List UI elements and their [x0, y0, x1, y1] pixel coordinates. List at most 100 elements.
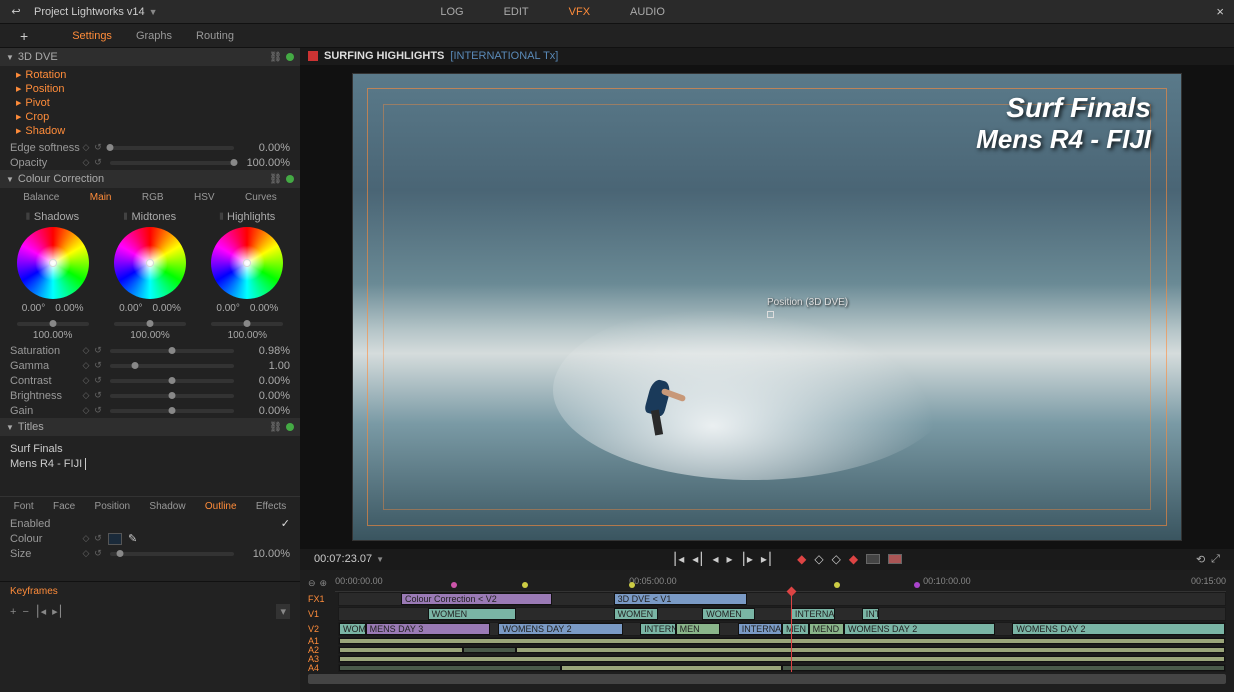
colour-wheel[interactable] [17, 227, 89, 299]
timeline-clip[interactable]: 3D DVE < V1 [614, 593, 747, 605]
timeline-marker[interactable] [914, 582, 920, 588]
timeline-clip[interactable]: INTERNA [738, 623, 782, 635]
mark-out-icon[interactable]: ◆ [849, 552, 858, 566]
keyframe-toggle-icon[interactable]: ◇ [80, 533, 92, 544]
reset-icon[interactable]: ↺ [92, 533, 104, 544]
tab-edit[interactable]: EDIT [496, 2, 537, 22]
timeline-clip[interactable] [516, 647, 1225, 653]
dve-prop-shadow[interactable]: ▶Shadow [0, 124, 300, 138]
section-colour-correction[interactable]: ▼ Colour Correction ⛓ [0, 170, 300, 188]
title-overlay[interactable]: Surf Finals Mens R4 - FIJI [976, 92, 1151, 155]
keyframes-header[interactable]: Keyframes [0, 581, 300, 601]
track-lane[interactable] [338, 655, 1226, 663]
keyframe-toggle-icon[interactable]: ◇ [80, 375, 92, 386]
track-lane[interactable] [338, 664, 1226, 672]
timeline-clip[interactable]: MEN [676, 623, 720, 635]
reset-icon[interactable]: ↺ [92, 390, 104, 401]
keyframe-toggle-icon[interactable]: ◇ [80, 360, 92, 371]
tab-log[interactable]: LOG [432, 2, 471, 22]
enable-dot[interactable] [286, 175, 294, 183]
subtab-graphs[interactable]: Graphs [136, 30, 172, 42]
close-icon[interactable]: × [1206, 4, 1234, 19]
kf-next-icon[interactable]: ▸⎮ [52, 605, 63, 618]
slider[interactable] [110, 349, 234, 353]
marker-icon[interactable]: ◇ [832, 552, 841, 566]
link-icon[interactable]: ⛓ [269, 52, 282, 63]
slider[interactable] [110, 552, 234, 556]
timeline-marker[interactable] [629, 582, 635, 588]
enable-dot[interactable] [286, 53, 294, 61]
title-tab-font[interactable]: Font [14, 501, 34, 512]
bars-icon[interactable]: ⫼ [219, 212, 223, 222]
timeline-clip[interactable]: WOMENS DAY 2 [844, 623, 995, 635]
link-icon[interactable]: ⛓ [269, 422, 282, 433]
insert-icon[interactable] [866, 554, 880, 564]
kf-add-icon[interactable]: + [10, 606, 16, 618]
track-lane[interactable] [338, 637, 1226, 645]
reset-icon[interactable]: ↺ [92, 360, 104, 371]
colour-wheel[interactable] [211, 227, 283, 299]
reset-icon[interactable]: ↺ [92, 345, 104, 356]
tab-audio[interactable]: AUDIO [622, 2, 673, 22]
slider[interactable] [110, 409, 234, 413]
timeline-clip[interactable]: WOMEN [614, 608, 658, 620]
zoom-in-icon[interactable]: ⊕ [320, 578, 328, 589]
preview-viewer[interactable]: Surf Finals Mens R4 - FIJI Position (3D … [352, 73, 1182, 541]
timeline-clip[interactable]: MEND [809, 623, 844, 635]
kf-remove-icon[interactable]: − [22, 606, 28, 618]
keyframe-toggle-icon[interactable]: ◇ [80, 405, 92, 416]
dropdown-icon[interactable]: ▼ [149, 7, 158, 17]
timeline-clip[interactable]: MENS DAY 3 [366, 623, 490, 635]
title-text-editor[interactable]: Surf Finals Mens R4 - FIJI [0, 436, 300, 496]
timeline-clip[interactable]: WOMENS DAY 2 [498, 623, 622, 635]
reset-icon[interactable]: ↺ [92, 142, 104, 153]
title-tab-outline[interactable]: Outline [205, 501, 237, 512]
title-tab-position[interactable]: Position [95, 501, 131, 512]
keyframe-toggle-icon[interactable]: ◇ [80, 157, 92, 168]
cc-tab-main[interactable]: Main [90, 192, 112, 203]
fullscreen-icon[interactable]: ⤢ [1211, 553, 1220, 566]
go-start-icon[interactable]: ⎮◂ [672, 552, 684, 566]
loop-icon[interactable]: ⟲ [1196, 553, 1205, 566]
keyframe-toggle-icon[interactable]: ◇ [80, 548, 92, 559]
play-icon[interactable]: ▸ [727, 552, 733, 566]
reset-icon[interactable]: ↺ [92, 405, 104, 416]
playhead[interactable] [791, 592, 792, 672]
wheel-slider[interactable] [211, 322, 283, 326]
mark-in-icon[interactable]: ◆ [797, 552, 806, 566]
track-lane[interactable]: WOMMENS DAY 3WOMENS DAY 2INTERNAMENINTER… [338, 622, 1226, 636]
wheel-slider[interactable] [17, 322, 89, 326]
add-effect-button[interactable]: + [20, 28, 28, 44]
timeline-clip[interactable] [463, 647, 516, 653]
reset-icon[interactable]: ↺ [92, 548, 104, 559]
bars-icon[interactable]: ⫼ [124, 212, 128, 222]
cc-tab-curves[interactable]: Curves [245, 192, 277, 203]
track-lane[interactable] [338, 646, 1226, 654]
go-end-icon[interactable]: ▸⎮ [761, 552, 773, 566]
timeline-clip[interactable] [782, 665, 1225, 671]
timeline-marker[interactable] [834, 582, 840, 588]
cc-tab-hsv[interactable]: HSV [194, 192, 215, 203]
kf-prev-icon[interactable]: ⎮◂ [35, 605, 46, 618]
track-lane[interactable]: WOMENWOMENWOMENINTERNAINT [338, 607, 1226, 621]
timeline-clip[interactable] [561, 665, 783, 671]
zoom-out-icon[interactable]: ⊖ [308, 578, 316, 589]
eyedropper-icon[interactable]: ✎ [128, 532, 137, 545]
reset-icon[interactable]: ↺ [92, 375, 104, 386]
slider[interactable] [110, 146, 234, 150]
timeline-clip[interactable]: INTERNA [640, 623, 675, 635]
play-back-icon[interactable]: ◂ [713, 552, 719, 566]
timeline-clip[interactable]: WOMEN [428, 608, 517, 620]
timeline-scrollbar[interactable] [308, 674, 1226, 684]
timeline-clip[interactable]: WOMENS DAY 2 [1012, 623, 1225, 635]
project-title[interactable]: Project Lightworks v14▼ [26, 6, 166, 18]
dve-prop-rotation[interactable]: ▶Rotation [0, 68, 300, 82]
step-back-icon[interactable]: ◂⎮ [692, 552, 704, 566]
colour-wheel[interactable] [114, 227, 186, 299]
tab-vfx[interactable]: VFX [561, 2, 598, 22]
timeline-clip[interactable]: MEN [782, 623, 809, 635]
link-icon[interactable]: ⛓ [269, 174, 282, 185]
keyframe-toggle-icon[interactable]: ◇ [80, 345, 92, 356]
slider[interactable] [110, 364, 234, 368]
colour-swatch[interactable] [108, 533, 122, 545]
